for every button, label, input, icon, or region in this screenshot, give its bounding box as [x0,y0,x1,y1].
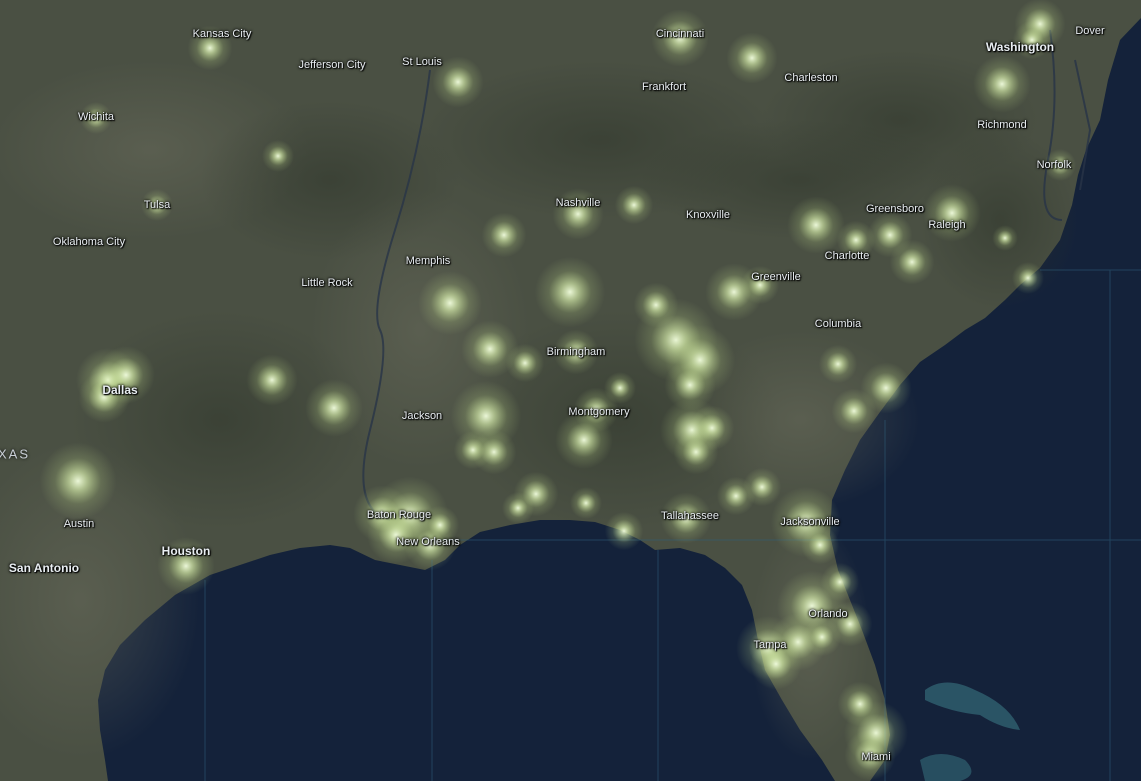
heat-spot [889,239,935,285]
heat-spot [1044,149,1076,181]
map-view[interactable]: XAS Kansas City Jefferson City St Louis Cin… [0,0,1141,781]
heat-spot [818,344,858,384]
heat-spot [802,617,842,657]
heat-spot [1012,20,1052,60]
heat-spot [553,329,599,375]
heat-spot [80,102,112,134]
heat-spot [742,467,782,507]
heat-spot [552,188,604,240]
heat-spot [651,9,709,67]
heat-spot [604,511,644,551]
heat-spot [157,537,215,595]
heat-spot [555,411,613,469]
heat-spot [420,505,460,545]
heat-spot [187,25,233,71]
heat-spot [1012,262,1044,294]
heat-spot [673,429,719,475]
heat-spot [570,487,602,519]
heat-spot [39,442,117,520]
heat-spot [418,271,482,335]
heat-spot [481,212,527,258]
heat-spot [740,265,780,305]
heat-spot [787,196,845,254]
heat-spot [141,189,173,221]
heat-spot [973,55,1031,113]
heat-spot [246,354,298,406]
heat-spot [505,343,545,383]
heat-spot [78,371,130,423]
heat-spot [502,492,534,524]
heat-spot [844,729,896,781]
heat-spot [831,388,877,434]
heat-spot [262,140,294,172]
heat-spot [534,256,606,328]
heat-spot [432,56,484,108]
state-label-texas: XAS [0,446,31,462]
heat-spot [660,492,712,544]
heat-spot [614,185,654,225]
basemap-layer [0,0,1141,781]
heat-spot [923,184,981,242]
heat-spot [750,638,802,690]
heat-spot [604,372,636,404]
heat-spot [305,379,363,437]
heat-spot [992,225,1018,251]
heat-spot [471,429,517,475]
heat-spot [726,32,778,84]
heat-spot [800,525,840,565]
